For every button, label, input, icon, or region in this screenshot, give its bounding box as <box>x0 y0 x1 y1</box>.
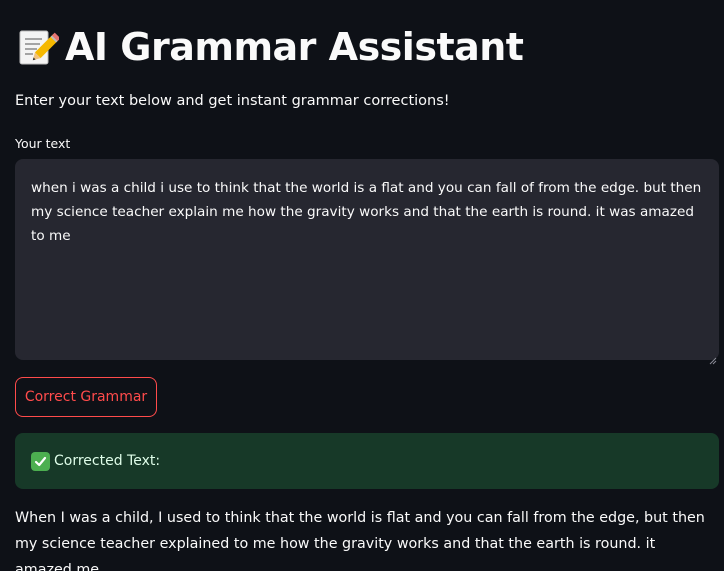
app-root: AI Grammar Assistant Enter your text bel… <box>0 0 724 571</box>
text-input-label: Your text <box>15 136 71 151</box>
memo-icon <box>15 25 61 69</box>
page-title: AI Grammar Assistant <box>15 20 524 74</box>
success-alert: Corrected Text: <box>15 433 719 489</box>
text-input[interactable]: when i was a child i use to think that t… <box>15 159 719 360</box>
title-text: AI Grammar Assistant <box>65 25 524 69</box>
success-alert-text: Corrected Text: <box>54 453 161 469</box>
check-mark-icon <box>31 451 50 471</box>
correct-grammar-button[interactable]: Correct Grammar <box>15 377 157 417</box>
resize-handle-icon[interactable] <box>709 350 717 365</box>
text-input-container: when i was a child i use to think that t… <box>15 159 719 365</box>
corrected-text: When I was a child, I used to think that… <box>15 510 705 571</box>
subtitle-text: Enter your text below and get instant gr… <box>15 93 450 109</box>
